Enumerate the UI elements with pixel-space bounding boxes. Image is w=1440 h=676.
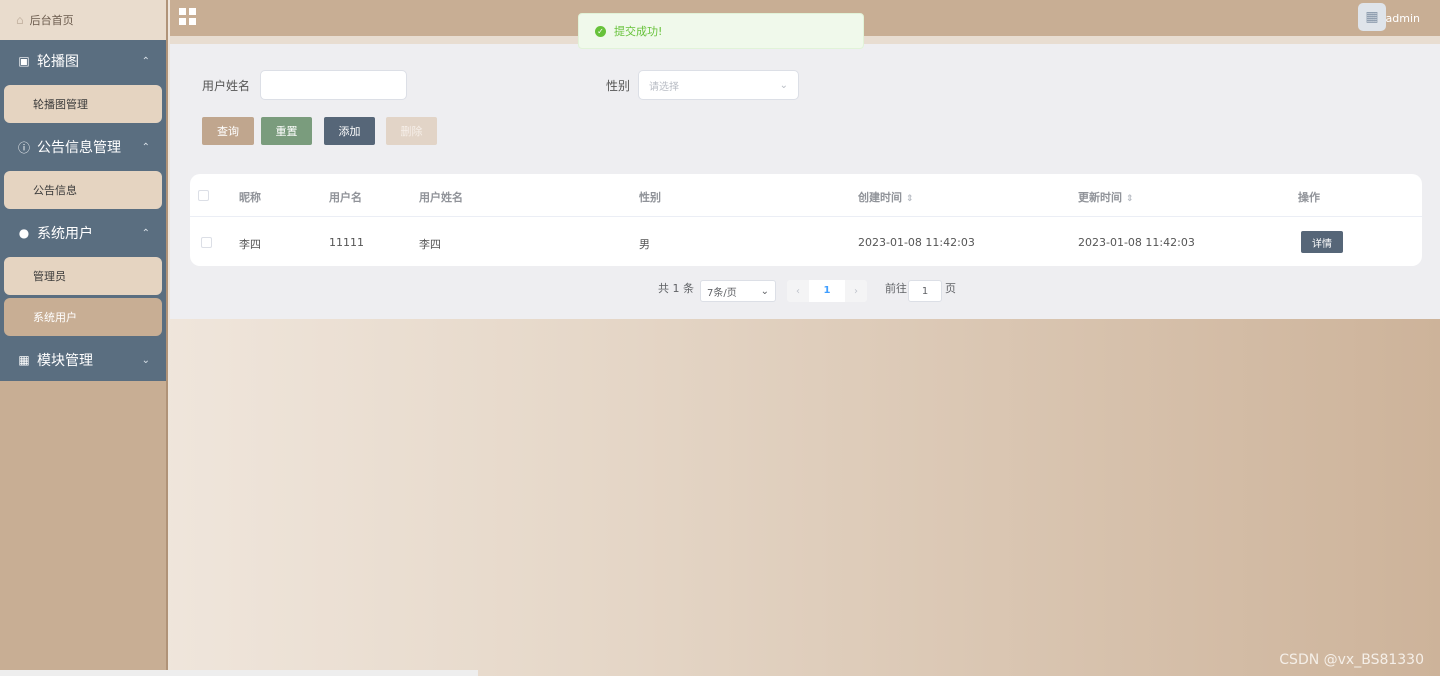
name-label: 用户姓名 <box>202 79 251 93</box>
pagination-total: 共 1 条 <box>658 282 694 295</box>
chevron-up-icon: ⌃ <box>141 141 150 153</box>
menu-group-label: 模块管理 <box>37 353 93 369</box>
next-page-icon[interactable]: › <box>845 286 867 297</box>
chevron-up-icon: ⌃ <box>141 55 150 67</box>
col-action: 操作 <box>1298 191 1320 204</box>
sidebar-item-admin[interactable]: 管理员 <box>4 257 162 295</box>
avatar[interactable]: ▦ <box>1358 3 1386 31</box>
gender-label: 性别 <box>606 79 631 93</box>
reset-button[interactable]: 重置 <box>261 117 312 145</box>
goto-input[interactable]: 1 <box>908 280 942 302</box>
sidebar-item-label: 系统用户 <box>33 311 77 324</box>
user-icon: ● <box>18 226 30 240</box>
detail-button[interactable]: 详情 <box>1301 231 1343 253</box>
cell-nickname: 李四 <box>239 238 261 251</box>
home-icon: ⌂ <box>16 13 24 27</box>
check-circle-icon: ✓ <box>595 25 606 37</box>
gender-select[interactable]: 请选择 ⌄ <box>638 70 799 100</box>
menu-group-notice[interactable]: ⓘ 公告信息管理 ⌃ <box>0 126 166 168</box>
home-link[interactable]: ⌂ 后台首页 <box>0 0 166 40</box>
user-table: 昵称 用户名 用户姓名 性别 创建时间 ⇕ 更新时间 ⇕ 操作 李四 11111 李… <box>190 174 1422 266</box>
status-bar <box>0 670 478 676</box>
menu-group-carousel[interactable]: ▣ 轮播图 ⌃ <box>0 40 166 82</box>
goto-suffix: 页 <box>945 282 956 295</box>
cell-username: 11111 <box>329 236 364 249</box>
page-number[interactable]: 1 <box>809 280 845 302</box>
menu-group-label: 轮播图 <box>37 54 79 70</box>
cell-created: 2023-01-08 11:42:03 <box>858 236 975 249</box>
username[interactable]: admin <box>1386 12 1420 25</box>
page-size-select[interactable]: 7条/页 ⌄ <box>700 280 776 302</box>
watermark: CSDN @vx_BS81330 <box>1279 652 1424 668</box>
col-created[interactable]: 创建时间 ⇕ <box>858 189 914 205</box>
cell-updated: 2023-01-08 11:42:03 <box>1078 236 1195 249</box>
main-panel: 用户姓名 性别 请选择 ⌄ 查询 重置 添加 删除 昵称 用户名 用户姓名 性别… <box>170 36 1440 319</box>
info-icon: ⓘ <box>17 140 30 155</box>
row-checkbox[interactable] <box>201 237 212 248</box>
gender-placeholder: 请选择 <box>649 81 679 93</box>
name-input[interactable] <box>260 70 407 100</box>
sidebar-item-label: 轮播图管理 <box>33 98 88 111</box>
chevron-down-icon: ⌄ <box>760 285 769 297</box>
menu-group-system-user[interactable]: ● 系统用户 ⌃ <box>0 212 166 254</box>
col-username: 用户名 <box>329 191 362 204</box>
add-button[interactable]: 添加 <box>324 117 375 145</box>
col-updated[interactable]: 更新时间 ⇕ <box>1078 189 1134 205</box>
sidebar-item-system-user[interactable]: 系统用户 <box>4 298 162 336</box>
submenu: 管理员 系统用户 <box>0 254 166 339</box>
sidebar-item-notice[interactable]: 公告信息 <box>4 171 162 209</box>
sort-icon[interactable]: ⇕ <box>906 194 914 204</box>
submenu: 轮播图管理 <box>0 82 166 126</box>
chevron-down-icon: ⌄ <box>141 354 150 366</box>
toast-message: 提交成功! <box>614 25 663 38</box>
sidebar-item-carousel-manage[interactable]: 轮播图管理 <box>4 85 162 123</box>
prev-page-icon[interactable]: ‹ <box>787 286 809 297</box>
pager-nav: ‹ 1 › <box>787 280 867 302</box>
menu-group-module[interactable]: ▦ 模块管理 ⌄ <box>0 339 166 381</box>
select-all-checkbox[interactable] <box>198 190 209 201</box>
col-realname: 用户姓名 <box>419 191 463 204</box>
menu-group-label: 公告信息管理 <box>37 140 121 156</box>
cell-realname: 李四 <box>419 238 441 251</box>
home-label: 后台首页 <box>29 14 74 27</box>
col-nickname: 昵称 <box>239 191 261 204</box>
grid-icon: ▦ <box>18 353 30 367</box>
sidebar-item-label: 管理员 <box>33 270 66 283</box>
sidebar-item-label: 公告信息 <box>33 184 77 197</box>
cell-gender: 男 <box>639 238 650 251</box>
table-header: 昵称 用户名 用户姓名 性别 创建时间 ⇕ 更新时间 ⇕ 操作 <box>190 174 1422 217</box>
success-toast: ✓ 提交成功! <box>578 13 864 49</box>
page-size-value: 7条/页 <box>707 287 737 299</box>
chevron-up-icon: ⌃ <box>141 227 150 239</box>
col-gender: 性别 <box>639 191 661 204</box>
chevron-down-icon: ⌄ <box>779 79 788 91</box>
query-button[interactable]: 查询 <box>202 117 254 145</box>
menu-toggle-icon[interactable] <box>179 8 196 25</box>
delete-button[interactable]: 删除 <box>386 117 437 145</box>
menu-group-label: 系统用户 <box>37 226 93 242</box>
sidebar: ⌂ 后台首页 ▣ 轮播图 ⌃ 轮播图管理 ⓘ 公告信息管理 ⌃ 公告信息 ● 系… <box>0 0 168 676</box>
image-icon: ▣ <box>18 54 30 68</box>
sort-icon[interactable]: ⇕ <box>1126 194 1134 204</box>
submenu: 公告信息 <box>0 168 166 212</box>
goto-prefix: 前往 <box>885 282 907 295</box>
